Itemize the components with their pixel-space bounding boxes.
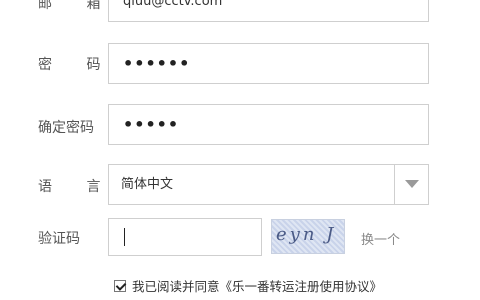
- confirm-password-label: 确定密码: [38, 120, 94, 136]
- language-label: 语 言: [38, 179, 116, 195]
- password-field[interactable]: ••••••: [108, 43, 429, 84]
- captcha-input[interactable]: [108, 218, 262, 256]
- email-label: 邮 箱: [38, 0, 116, 12]
- email-field[interactable]: qiuu@cctv.com: [108, 0, 429, 22]
- captcha-image-text: eyn J: [276, 224, 337, 245]
- agreement-row: 我已阅读并同意《乐一番转运注册使用协议》: [114, 276, 382, 295]
- chevron-down-icon: [405, 180, 419, 188]
- password-value: ••••••: [123, 54, 191, 73]
- confirm-password-field[interactable]: •••••: [108, 104, 429, 145]
- language-dropdown-toggle[interactable]: [394, 165, 428, 204]
- agreement-checkbox[interactable]: [114, 279, 126, 292]
- email-value: qiuu@cctv.com: [123, 0, 223, 9]
- language-select[interactable]: 简体中文: [108, 164, 429, 205]
- password-label: 密 码: [38, 57, 116, 73]
- captcha-label: 验证码: [38, 231, 80, 247]
- captcha-image[interactable]: eyn J: [271, 219, 345, 254]
- agreement-text[interactable]: 我已阅读并同意《乐一番转运注册使用协议》: [132, 276, 382, 295]
- confirm-password-value: •••••: [123, 115, 180, 134]
- text-caret: [124, 228, 125, 246]
- language-value: 简体中文: [121, 177, 174, 192]
- refresh-captcha-link[interactable]: 换一个: [361, 229, 400, 248]
